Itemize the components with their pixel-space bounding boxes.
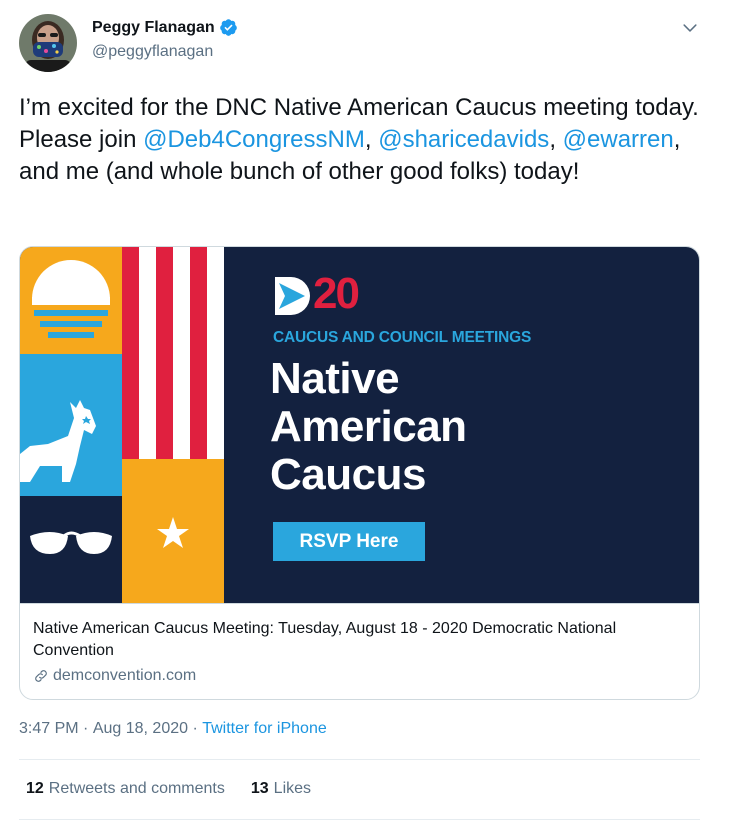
divider xyxy=(19,759,700,760)
likes-count: 13 xyxy=(250,780,269,797)
card-info[interactable]: Native American Caucus Meeting: Tuesday,… xyxy=(20,603,699,699)
author-name-row[interactable]: Peggy Flanagan xyxy=(92,18,238,37)
meta-separator: · xyxy=(78,720,93,737)
sun-tile-icon xyxy=(20,247,122,354)
tweet-stats: 12 Retweets and comments 13 Likes xyxy=(26,780,337,798)
divider xyxy=(19,819,700,820)
retweets-count: 12 xyxy=(26,780,44,797)
tweet-text-part: , xyxy=(364,126,372,153)
flag-stripes-icon xyxy=(122,247,224,459)
tweet-meta: 3:47 PM · Aug 18, 2020 · Twitter for iPh… xyxy=(19,720,327,738)
chevron-down-icon[interactable] xyxy=(680,18,700,38)
d20-logo-number: 20 xyxy=(313,269,360,318)
mention-link[interactable]: @ewarren xyxy=(563,126,674,153)
retweets-stat[interactable]: 12 Retweets and comments xyxy=(26,780,225,798)
card-title[interactable]: Native American Caucus Meeting: Tuesday,… xyxy=(33,618,693,662)
retweets-label: Retweets and comments xyxy=(48,780,225,797)
card-image-subtitle: CAUCUS AND COUNCIL MEETINGS xyxy=(273,329,532,346)
mention-link[interactable]: @sharicedavids xyxy=(378,126,549,153)
likes-label: Likes xyxy=(273,780,312,797)
rsvp-button[interactable]: RSVP Here xyxy=(273,522,425,561)
author-name[interactable]: Peggy Flanagan xyxy=(92,19,215,37)
tweet-source-link[interactable]: Twitter for iPhone xyxy=(202,720,327,738)
avatar-image xyxy=(19,14,77,72)
donkey-tile-icon xyxy=(20,354,122,496)
tweet-text-part: , xyxy=(549,126,563,153)
verified-badge-icon xyxy=(219,19,237,36)
author-handle[interactable]: @peggyflanagan xyxy=(92,43,213,61)
avatar[interactable] xyxy=(19,14,77,72)
link-icon xyxy=(35,670,47,682)
card-image[interactable]: 20 CAUCUS AND COUNCIL MEETINGS Native Am… xyxy=(20,247,699,603)
card-domain[interactable]: demconvention.com xyxy=(53,667,196,685)
star-tile-icon xyxy=(122,459,224,603)
mention-link[interactable]: @Deb4CongressNM xyxy=(143,126,365,153)
card-domain-row[interactable]: demconvention.com xyxy=(33,667,196,685)
sunglasses-tile-icon xyxy=(20,496,122,603)
link-card[interactable]: 20 CAUCUS AND COUNCIL MEETINGS Native Am… xyxy=(19,246,700,700)
likes-stat[interactable]: 13 Likes xyxy=(251,780,311,798)
tweet-text: I’m excited for the DNC Native American … xyxy=(19,92,699,188)
card-image-title: Native American Caucus xyxy=(270,355,467,499)
tweet-date[interactable]: Aug 18, 2020 xyxy=(93,720,188,738)
tweet: Peggy Flanagan @peggyflanagan I’m excite… xyxy=(0,0,729,826)
card-image-title-line: Native xyxy=(270,354,400,403)
card-image-title-line: American xyxy=(270,402,467,451)
card-image-title-line: Caucus xyxy=(270,450,426,499)
meta-separator: · xyxy=(188,720,203,737)
tweet-time[interactable]: 3:47 PM xyxy=(19,720,79,738)
